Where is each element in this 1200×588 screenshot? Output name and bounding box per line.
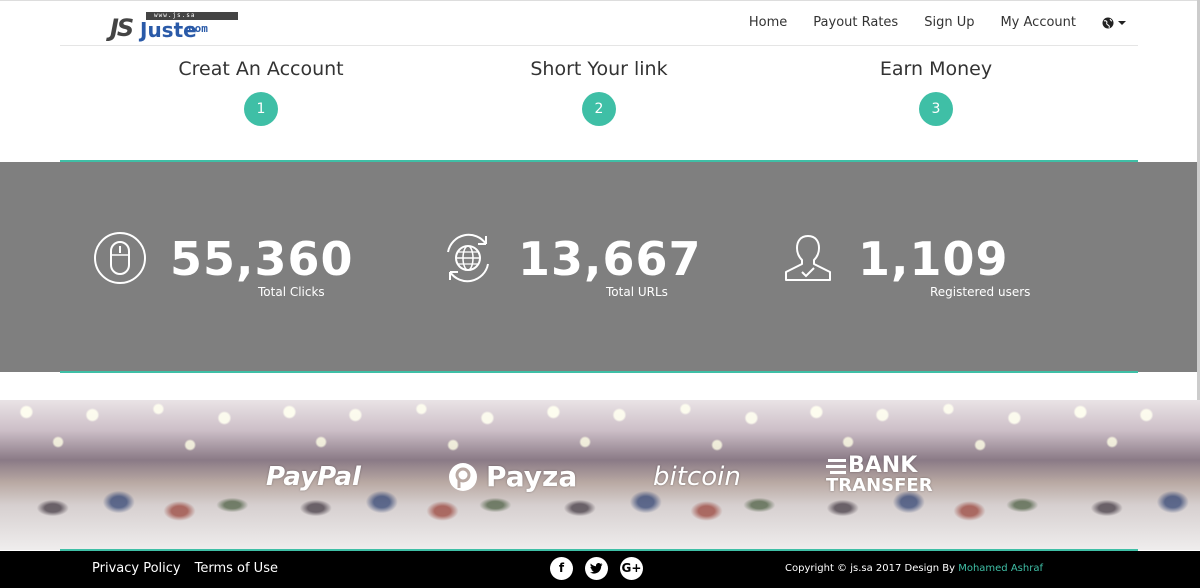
copyright-text: Copyright © js.sa 2017 Design By Mohamed… (785, 563, 1043, 574)
caret-down-icon (1118, 20, 1126, 25)
google-plus-icon[interactable]: G+ (620, 557, 643, 580)
site-logo[interactable]: www.js.sa JS Juste com (110, 10, 240, 42)
logo-tld: com (188, 22, 208, 35)
privacy-policy-link[interactable]: Privacy Policy (92, 561, 181, 576)
step-title: Short Your link (530, 58, 668, 80)
transfer-label: TRANSFER (826, 475, 933, 496)
nav-sign-up[interactable]: Sign Up (924, 15, 974, 30)
divider (60, 371, 1138, 373)
nav-payout-rates[interactable]: Payout Rates (813, 15, 898, 30)
bank-label: BANK (848, 453, 918, 478)
facebook-icon[interactable]: f (550, 557, 573, 580)
twitter-icon[interactable] (585, 557, 608, 580)
stat-value: 13,667 (518, 232, 702, 286)
nav-home[interactable]: Home (749, 15, 787, 30)
bank-transfer-logo: BANK TRANSFER (826, 453, 933, 496)
language-dropdown[interactable] (1102, 15, 1126, 30)
globe-icon (1102, 17, 1114, 28)
site-footer: Privacy Policy Terms of Use f G+ Copyrig… (0, 551, 1200, 588)
payment-methods-band: PayPal Payza bitcoin BANK TRANSFER (0, 400, 1200, 550)
stat-label: Total URLs (606, 285, 668, 299)
step-number-badge: 3 (919, 92, 953, 126)
step-create-account: Creat An Account 1 (141, 58, 381, 126)
nav-my-account[interactable]: My Account (1000, 15, 1076, 30)
bank-lines-icon (826, 459, 846, 474)
mouse-icon (94, 232, 146, 284)
main-nav: Home Payout Rates Sign Up My Account (749, 15, 1126, 30)
background-photo (0, 400, 264, 550)
author-link[interactable]: Mohamed Ashraf (958, 563, 1043, 574)
social-links: f G+ (550, 557, 643, 580)
site-header: www.js.sa JS Juste com Home Payout Rates… (60, 0, 1138, 46)
stat-value: 1,109 (858, 232, 1009, 286)
step-number-badge: 2 (582, 92, 616, 126)
bitcoin-logo: bitcoin (653, 462, 741, 492)
stat-label: Registered users (930, 285, 1031, 299)
stat-value: 55,360 (170, 232, 354, 286)
stat-label: Total Clicks (258, 285, 325, 299)
step-number-badge: 1 (244, 92, 278, 126)
globe-refresh-icon (447, 233, 489, 283)
payza-logo-group: Payza (448, 460, 577, 493)
step-title: Earn Money (879, 58, 993, 80)
step-short-link: Short Your link 2 (479, 58, 719, 126)
paypal-logo: PayPal (266, 462, 361, 492)
stats-section: 55,360 Total Clicks 13,667 Total URLs 1,… (0, 162, 1197, 372)
payza-logo: Payza (486, 460, 578, 493)
logo-prefix: JS (110, 14, 134, 42)
step-earn-money: Earn Money 3 (816, 58, 1056, 126)
payza-icon (449, 462, 477, 491)
background-photo (1054, 400, 1200, 550)
user-check-icon (785, 235, 831, 281)
copyright-label: Copyright © js.sa 2017 Design By (785, 563, 956, 574)
step-title: Creat An Account (178, 58, 344, 80)
footer-links: Privacy Policy Terms of Use (92, 561, 278, 576)
terms-of-use-link[interactable]: Terms of Use (195, 561, 278, 576)
